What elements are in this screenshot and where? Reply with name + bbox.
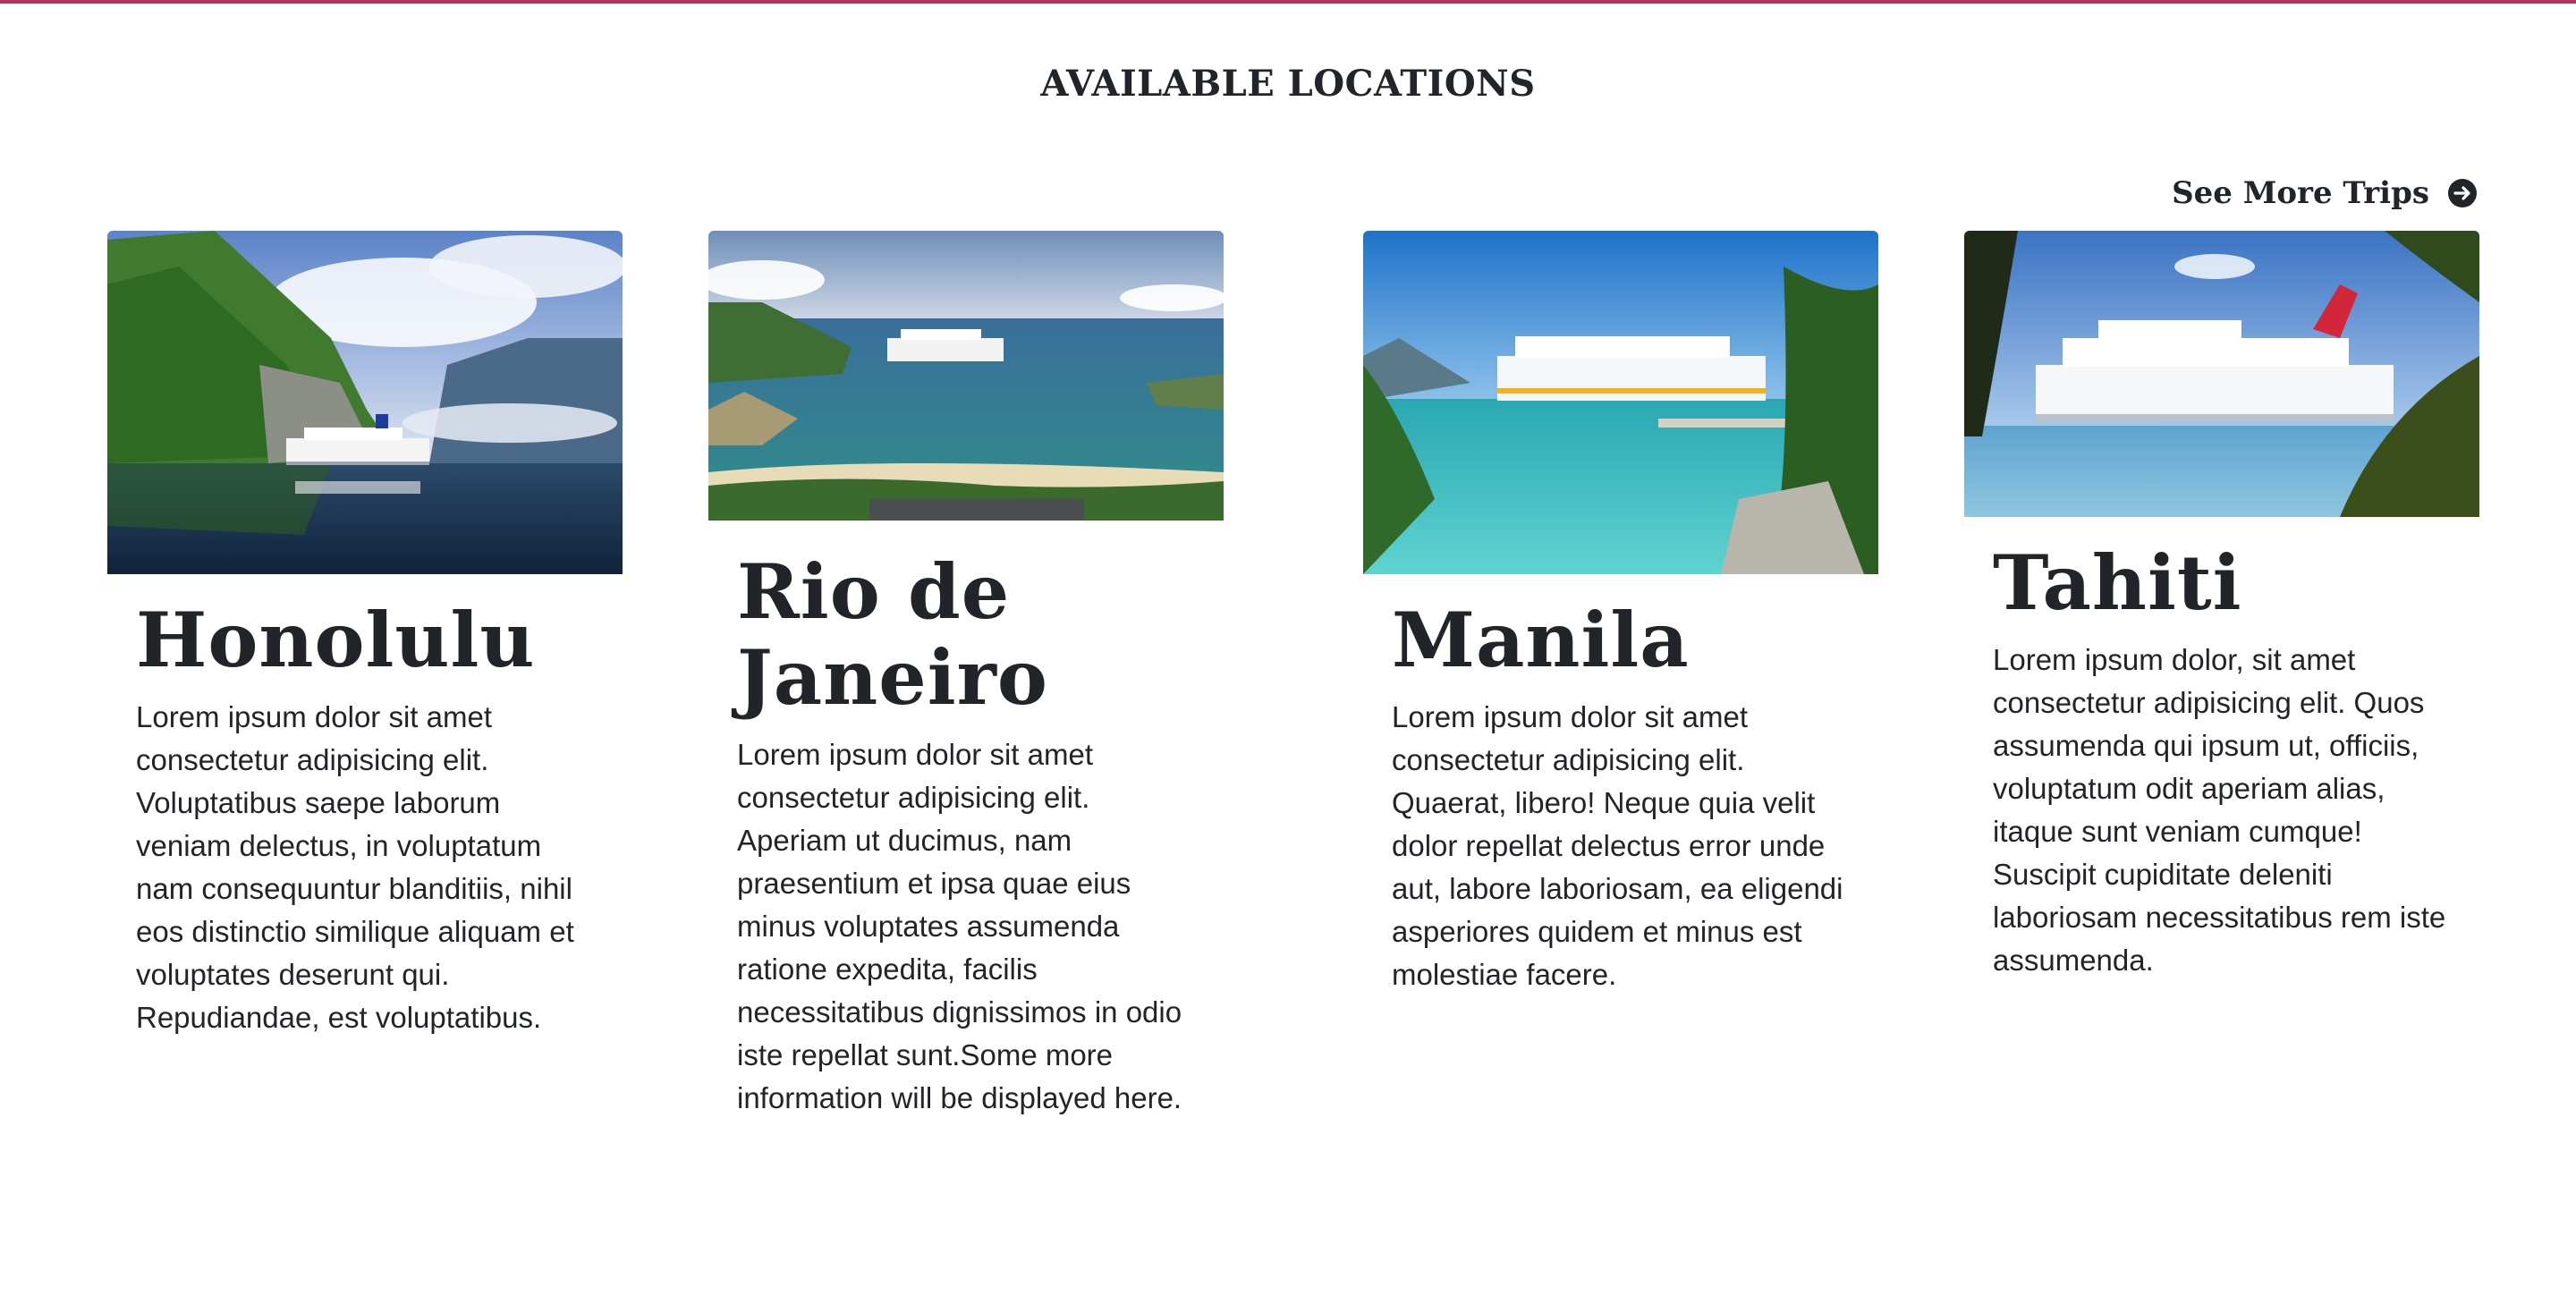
page: AVAILABLE LOCATIONS See More Trips Honol… [0,0,2576,1304]
location-image-manila [1363,231,1878,574]
location-name: Rio de Janeiro [737,547,1048,722]
see-more-trips-label: See More Trips [2172,175,2429,211]
location-card-rio-de-janeiro[interactable]: Rio de Janeiro Lorem ipsum dolor sit ame… [708,231,1224,1120]
location-name: Honolulu [136,596,536,684]
location-card-manila[interactable]: Manila Lorem ipsum dolor sit amet consec… [1363,231,1878,996]
location-name: Manila [1392,596,1690,684]
location-description: Lorem ipsum dolor sit amet consectetur a… [136,700,574,1034]
location-image-honolulu [107,231,623,574]
location-image-rio-de-janeiro [708,231,1224,521]
location-description: Lorem ipsum dolor, sit amet consectetur … [1993,643,2446,977]
location-image-tahiti [1964,231,2479,517]
top-accent-border [0,0,2576,4]
section-title: AVAILABLE LOCATIONS [1040,63,1536,105]
arrow-right-circle-icon [2447,178,2478,208]
location-card-tahiti[interactable]: Tahiti Lorem ipsum dolor, sit amet conse… [1964,231,2479,982]
location-description: Lorem ipsum dolor sit amet consectetur a… [1392,700,1843,991]
see-more-trips-link[interactable]: See More Trips [2172,175,2478,211]
location-card-honolulu[interactable]: Honolulu Lorem ipsum dolor sit amet cons… [107,231,623,1039]
location-description: Lorem ipsum dolor sit amet consectetur a… [737,738,1182,1114]
location-name: Tahiti [1993,538,2242,627]
